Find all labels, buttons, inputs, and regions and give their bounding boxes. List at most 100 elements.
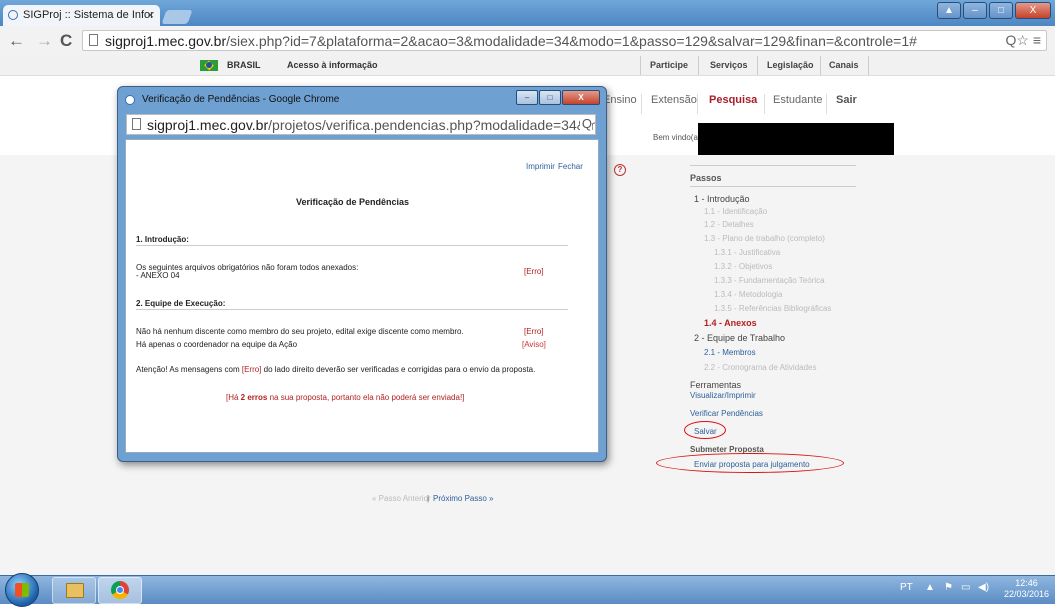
highlight-oval — [684, 421, 726, 439]
windows-start-icon[interactable] — [5, 573, 39, 607]
back-arrow-icon[interactable]: ← — [8, 31, 25, 51]
attention-note-start: Atenção! As mensagens com — [136, 365, 242, 374]
nav-ensino[interactable]: Ensino — [603, 94, 637, 106]
popup-window-controls: – □ X — [516, 90, 600, 105]
maximize-button[interactable]: □ — [989, 2, 1013, 19]
address-bar[interactable]: sigproj1.mec.gov.br/siex.php?id=7&plataf… — [82, 30, 1047, 51]
url-path: /siex.php?id=7&plataforma=2&acao=3&modal… — [226, 33, 917, 49]
divider — [136, 245, 568, 246]
page-icon — [132, 118, 141, 130]
step-equipe[interactable]: 2 - Equipe de Trabalho — [694, 333, 785, 343]
explorer-taskbar-button[interactable] — [52, 577, 96, 604]
tab-close-icon[interactable]: × — [147, 8, 154, 22]
passos-heading: Passos — [690, 173, 722, 183]
chrome-taskbar-button[interactable] — [98, 577, 142, 604]
help-icon[interactable]: ? — [614, 164, 626, 176]
browser-tab[interactable]: SIGProj :: Sistema de Infor × — [3, 5, 160, 26]
network-icon[interactable]: ▭ — [961, 582, 970, 593]
section-equipe: 2. Equipe de Execução: — [136, 299, 226, 308]
step-cronograma: 2.2 - Cronograma de Atividades — [704, 363, 817, 372]
windows-taskbar: PT ▲ ⚑ ▭ ◀) 12:46 22/03/2016 — [0, 573, 1055, 607]
divider — [136, 309, 568, 310]
popup-maximize-button[interactable]: □ — [539, 90, 561, 105]
divider — [690, 186, 856, 187]
aviso-tag: [Aviso] — [522, 340, 546, 349]
pendencias-popup-window: Verificação de Pendências - Google Chrom… — [117, 86, 607, 462]
forward-arrow-icon[interactable]: → — [36, 31, 53, 51]
popup-url-domain: sigproj1.mec.gov.br — [147, 117, 269, 133]
gov-brasil-link[interactable]: BRASIL — [227, 60, 261, 70]
window-controls: ▲ – □ X — [937, 2, 1051, 19]
minimize-button[interactable]: – — [963, 2, 987, 19]
popup-content: Imprimir Fechar Verificação de Pendência… — [125, 139, 599, 453]
popup-address-bar[interactable]: sigproj1.mec.gov.br/projetos/verifica.pe… — [126, 114, 596, 135]
language-indicator[interactable]: PT — [900, 582, 913, 593]
user-icon[interactable]: ▲ — [937, 2, 961, 19]
nav-pesquisa[interactable]: Pesquisa — [709, 94, 757, 106]
gov-legislacao-link[interactable]: Legislação — [767, 60, 814, 70]
attention-note: Atenção! As mensagens com [Erro] do lado… — [136, 365, 535, 374]
imprimir-link[interactable]: Imprimir — [526, 162, 555, 171]
gov-canais-link[interactable]: Canais — [829, 60, 859, 70]
proximo-passo-link[interactable]: Próximo Passo » — [433, 494, 493, 503]
popup-minimize-button[interactable]: – — [516, 90, 538, 105]
summary-message: [Há 2 erros na sua proposta, portanto el… — [226, 393, 464, 402]
nav-estudante[interactable]: Estudante — [773, 94, 823, 106]
welcome-text: Bem vindo(a — [653, 133, 698, 142]
summary-start: [Há — [226, 393, 241, 402]
nav-sair[interactable]: Sair — [836, 94, 857, 106]
show-hidden-icons[interactable]: ▲ — [925, 582, 935, 593]
discente-message: Não há nenhum discente como membro do se… — [136, 327, 464, 336]
section-introducao: 1. Introdução: — [136, 235, 189, 244]
action-center-flag-icon[interactable]: ⚑ — [944, 582, 953, 593]
summary-end: na sua proposta, portanto ela não poderá… — [267, 393, 465, 402]
system-clock[interactable]: 12:46 22/03/2016 — [1004, 578, 1049, 600]
nav-extensao[interactable]: Extensão — [651, 94, 697, 106]
redacted-username — [698, 123, 894, 155]
step-anexos[interactable]: 1.4 - Anexos — [704, 318, 757, 328]
popup-url-path: /projetos/verifica.pendencias.php?modali… — [268, 117, 596, 133]
step-introducao[interactable]: 1 - Introdução — [694, 194, 750, 204]
step-metodologia: 1.3.4 - Metodologia — [714, 290, 783, 299]
volume-icon[interactable]: ◀) — [978, 582, 989, 593]
divider — [697, 94, 698, 114]
divider — [764, 94, 765, 114]
gov-acesso-link[interactable]: Acesso à informação — [287, 60, 378, 70]
divider — [641, 94, 642, 114]
erro-tag: [Erro] — [241, 365, 262, 374]
divider — [868, 56, 869, 75]
sigproj-favicon-icon — [8, 10, 18, 20]
attention-note-end: do lado direito deverão ser verificadas … — [261, 365, 536, 374]
browser-titlebar: SIGProj :: Sistema de Infor × ▲ – □ X — [0, 0, 1055, 26]
erro-tag: [Erro] — [524, 327, 544, 336]
step-membros[interactable]: 2.1 - Membros — [704, 348, 756, 357]
divider — [690, 165, 856, 166]
popup-title: Verificação de Pendências - Google Chrom… — [142, 94, 340, 105]
tab-title: SIGProj :: Sistema de Infor — [23, 9, 154, 21]
divider — [826, 94, 827, 114]
visualizar-imprimir-link[interactable]: Visualizar/Imprimir — [690, 391, 756, 400]
brazil-flag-icon — [200, 60, 218, 71]
zoom-star-menu-icon[interactable]: Q☆ ≡ — [1006, 32, 1042, 49]
popup-close-button[interactable]: X — [562, 90, 600, 105]
highlight-oval — [656, 453, 844, 473]
step-referencias: 1.3.5 - Referências Bibliográficas — [714, 304, 832, 313]
page-icon — [89, 34, 98, 46]
step-plano: 1.3 - Plano de trabalho (completo) — [704, 234, 825, 243]
verificar-pendencias-link[interactable]: Verificar Pendências — [690, 409, 763, 418]
fechar-link[interactable]: Fechar — [558, 162, 583, 171]
clock-time: 12:46 — [1015, 578, 1038, 588]
divider — [698, 56, 699, 75]
gov-servicos-link[interactable]: Serviços — [710, 60, 748, 70]
new-tab-button[interactable] — [161, 10, 193, 24]
step-detalhes: 1.2 - Detalhes — [704, 220, 754, 229]
gov-participe-link[interactable]: Participe — [650, 60, 688, 70]
zoom-icon[interactable]: Q — [579, 116, 592, 131]
divider — [757, 56, 758, 75]
passo-anterior-link: « Passo Anterior — [372, 494, 431, 503]
reload-icon[interactable]: C — [60, 31, 72, 51]
gov-bar: BRASIL Acesso à informação Participe Ser… — [0, 56, 1055, 76]
close-window-button[interactable]: X — [1015, 2, 1051, 19]
coordenador-message: Há apenas o coordenador na equipe da Açã… — [136, 340, 298, 349]
erro-tag: [Erro] — [524, 267, 544, 276]
